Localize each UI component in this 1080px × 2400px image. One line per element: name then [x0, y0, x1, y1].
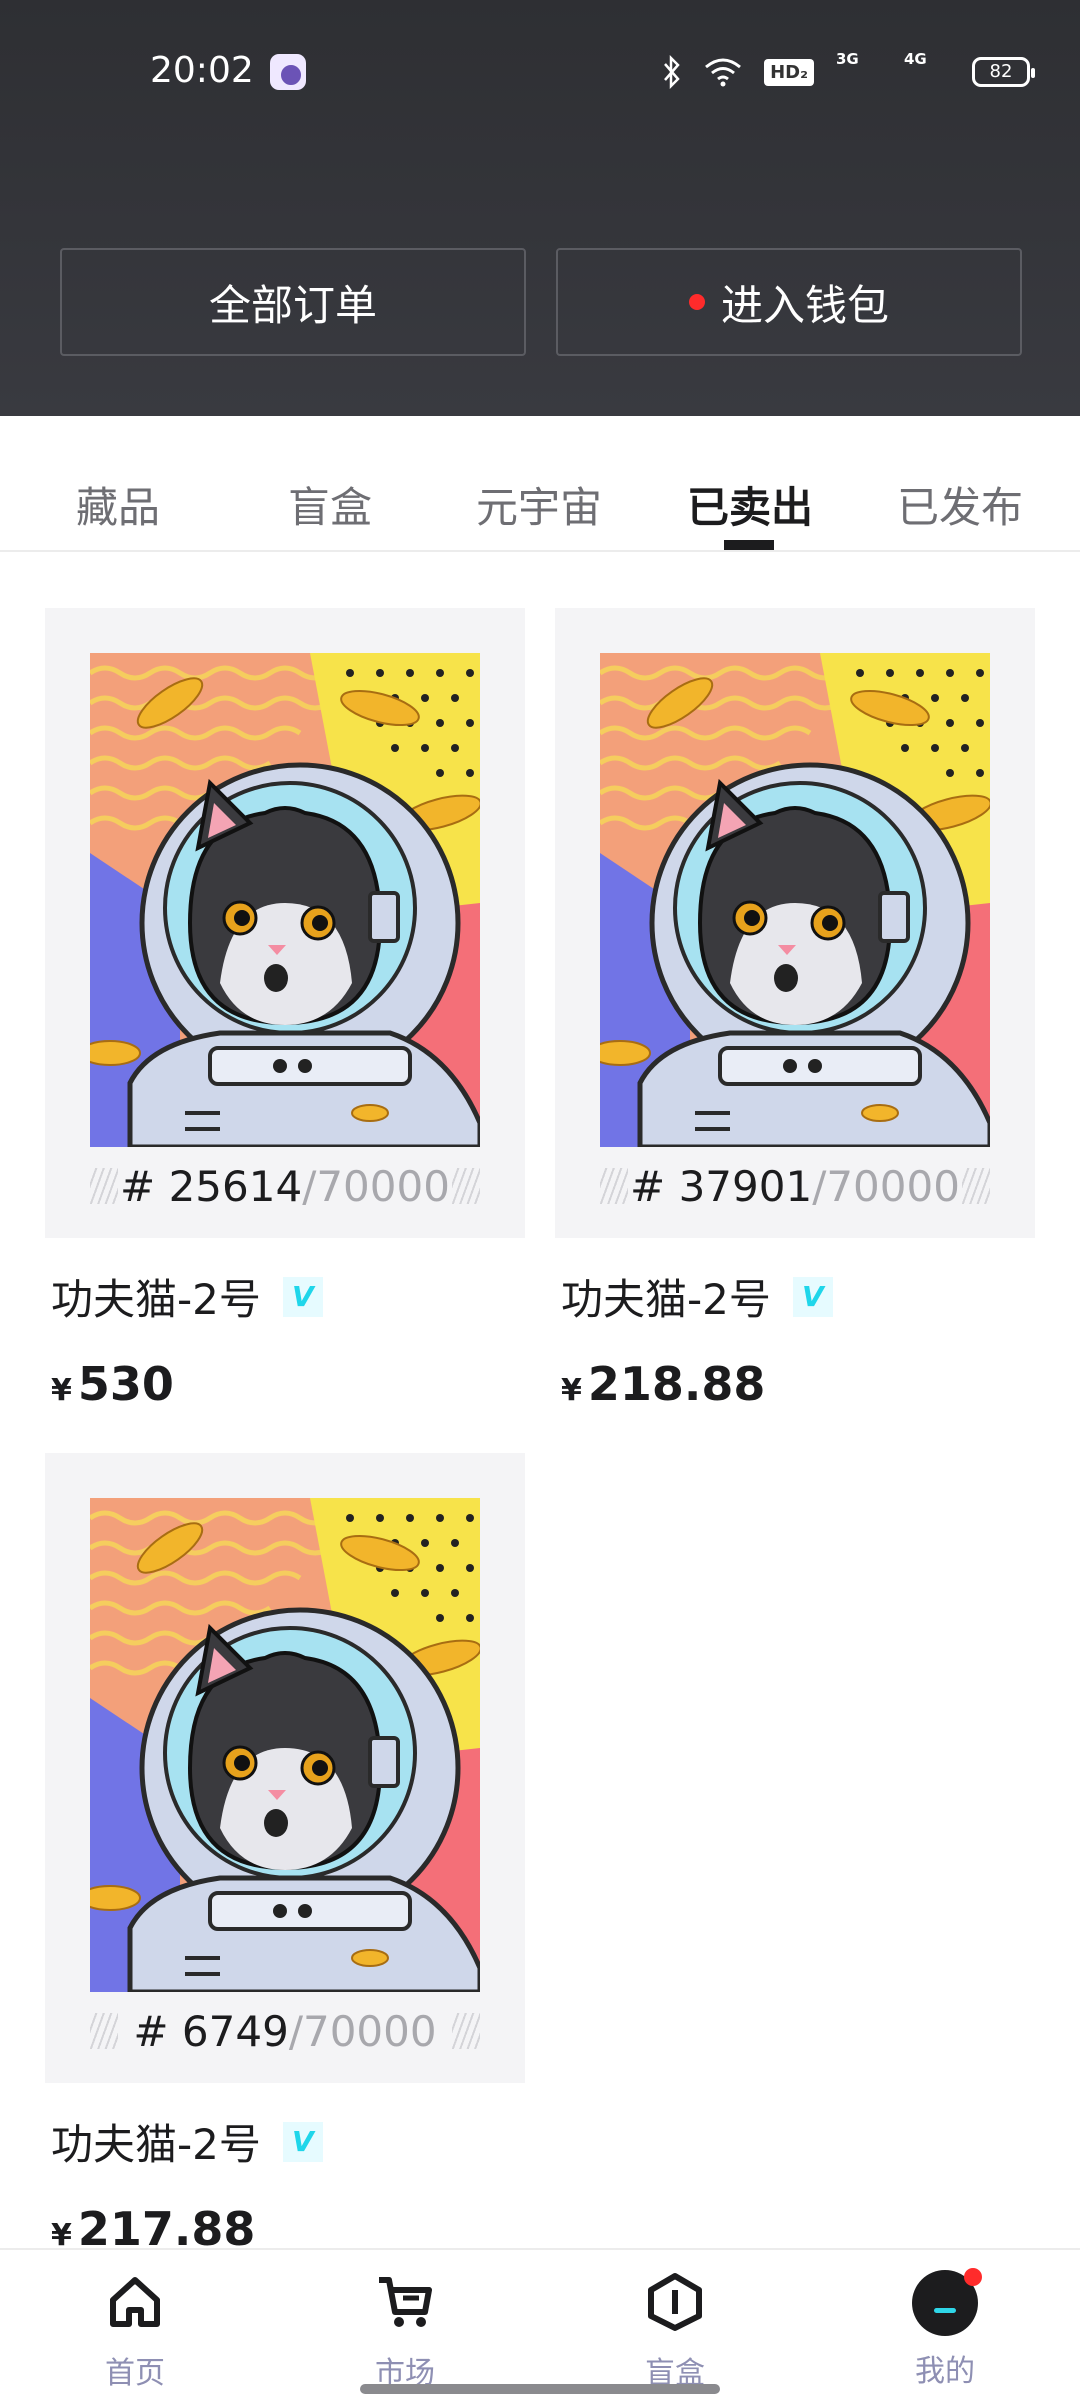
- collection-tabs: 藏品 盲盒 元宇宙 已卖出 已发布: [0, 416, 1080, 552]
- cart-icon: [379, 2277, 432, 2327]
- card-artwork-frame: # 6749/70000: [45, 1453, 525, 2083]
- system-icons: HD₂ 3G 4G 82: [662, 50, 1035, 92]
- verified-badge-icon: V: [282, 2121, 323, 2162]
- card-title-text: 功夫猫-2号: [561, 1275, 771, 1324]
- tab-published[interactable]: 已发布: [897, 474, 1023, 535]
- tab-blind-box[interactable]: 盲盒: [288, 474, 372, 535]
- profile-icon: [912, 2268, 982, 2336]
- blindbox-icon: [648, 2273, 702, 2331]
- wifi-icon: [705, 58, 742, 87]
- hd-voice-icon: HD₂: [764, 58, 814, 86]
- kungfu-cat-image: [600, 653, 990, 1147]
- bluetooth-icon: [664, 55, 680, 89]
- card-title-text: 功夫猫-2号: [51, 1275, 261, 1324]
- nav-home[interactable]: 首页: [75, 2270, 195, 2392]
- verified-badge-icon: V: [282, 1276, 323, 1317]
- nav-home-label: 首页: [105, 2356, 165, 2391]
- enter-wallet-label: 进入钱包: [720, 280, 889, 330]
- nav-blind-box[interactable]: 盲盒: [615, 2270, 735, 2392]
- serial-number: # 37901/70000: [555, 1156, 1035, 1216]
- verified-badge-icon: V: [792, 1276, 833, 1317]
- price-value: 218.88: [587, 1357, 766, 1411]
- price-value: 530: [77, 1357, 174, 1411]
- serial-number: # 6749/70000: [45, 2001, 525, 2061]
- collectible-card[interactable]: # 6749/70000 功夫猫-2号 V ¥ 217.88: [45, 1453, 525, 2256]
- serial-number-total: /70000: [288, 2006, 437, 2056]
- home-icon: [110, 2277, 160, 2327]
- kungfu-cat-image: [90, 1498, 480, 1992]
- kungfu-cat-image: [90, 653, 480, 1147]
- card-price: ¥ 530: [51, 1357, 525, 1411]
- card-artwork-frame: # 25614/70000: [45, 608, 525, 1238]
- collectible-card[interactable]: # 37901/70000 功夫猫-2号 V ¥ 218.88: [555, 608, 1035, 1411]
- currency-symbol: ¥: [51, 1373, 72, 1408]
- card-title: 功夫猫-2号 V: [51, 2111, 525, 2172]
- card-price: ¥ 218.88: [561, 1357, 1035, 1411]
- header: 20:02 HD₂ 3G 4G 82 全部订单 进入钱包: [0, 0, 1080, 416]
- nav-me-label: 我的: [915, 2354, 975, 2389]
- serial-number-total: /70000: [302, 1161, 450, 1211]
- serial-number: # 25614/70000: [45, 1156, 525, 1216]
- active-tab-indicator: [724, 540, 774, 550]
- status-time: 20:02: [150, 50, 254, 91]
- card-title: 功夫猫-2号 V: [51, 1266, 525, 1327]
- signal-4g-icon: 4G: [904, 50, 927, 68]
- serial-number-value: # 6749: [133, 2006, 289, 2056]
- tab-metaverse[interactable]: 元宇宙: [476, 474, 602, 535]
- status-bar: 20:02 HD₂ 3G 4G 82: [0, 0, 1080, 140]
- card-title-text: 功夫猫-2号: [51, 2120, 261, 2169]
- tab-sold[interactable]: 已卖出: [687, 474, 813, 535]
- serial-number-value: # 37901: [630, 1161, 813, 1211]
- serial-number-total: /70000: [812, 1161, 960, 1211]
- home-indicator[interactable]: [360, 2384, 720, 2394]
- bottom-navigation: 首页 市场 盲盒 我的: [0, 2248, 1080, 2400]
- notification-dot: [688, 294, 705, 310]
- app-notification-icon: [270, 54, 306, 90]
- all-orders-label: 全部订单: [208, 280, 377, 330]
- card-title: 功夫猫-2号 V: [561, 1266, 1035, 1327]
- serial-number-value: # 25614: [120, 1161, 303, 1211]
- nav-me[interactable]: 我的: [885, 2268, 1005, 2390]
- card-artwork-frame: # 37901/70000: [555, 608, 1035, 1238]
- nav-market[interactable]: 市场: [345, 2270, 465, 2392]
- collectible-card[interactable]: # 25614/70000 功夫猫-2号 V ¥ 530: [45, 608, 525, 1411]
- enter-wallet-button[interactable]: 进入钱包: [556, 248, 1022, 356]
- signal-3g-icon: 3G: [836, 50, 859, 68]
- tab-collectibles[interactable]: 藏品: [76, 474, 160, 535]
- currency-symbol: ¥: [561, 1373, 582, 1408]
- battery-icon: 82: [972, 57, 1035, 87]
- all-orders-button[interactable]: 全部订单: [60, 248, 526, 356]
